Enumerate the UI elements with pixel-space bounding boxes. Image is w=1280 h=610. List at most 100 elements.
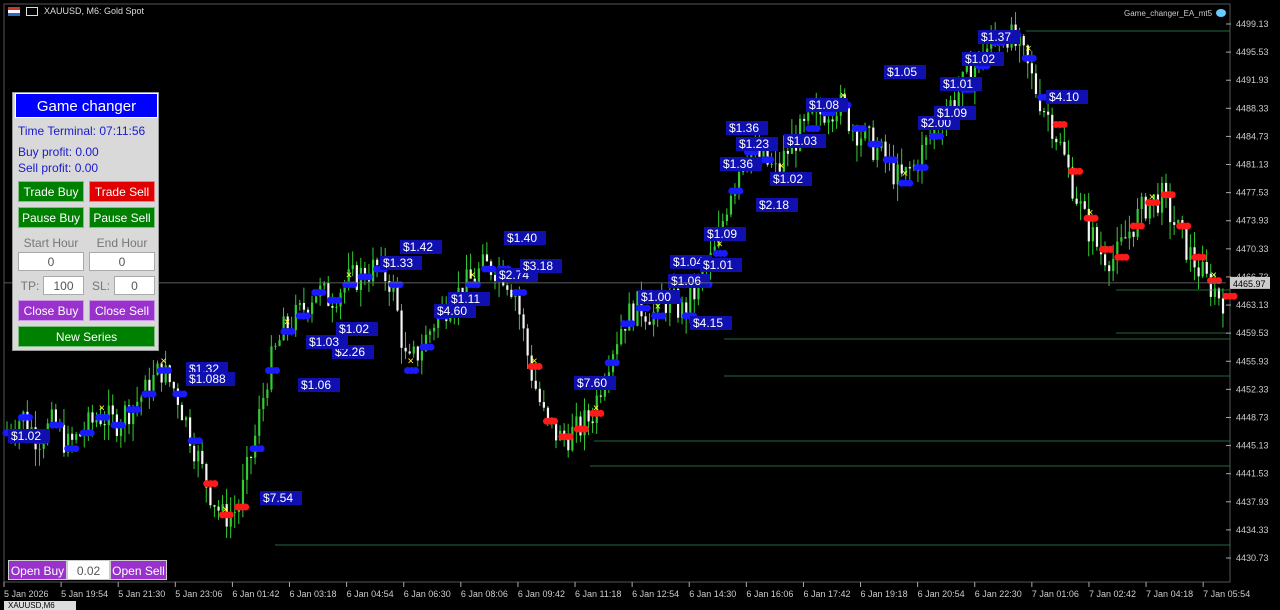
candle-body — [896, 164, 899, 185]
time-label: 6 Jan 17:42 — [803, 589, 850, 599]
candle-body — [217, 506, 220, 511]
trade-label: $4.15 — [693, 316, 723, 330]
time-label: 6 Jan 22:30 — [975, 589, 1022, 599]
trade-label: $3.18 — [523, 259, 553, 273]
candle-body — [624, 328, 627, 331]
candle-body — [1067, 154, 1070, 168]
pause-buy-button[interactable]: Pause Buy — [18, 207, 84, 228]
panel-title: Game changer — [15, 93, 158, 118]
sell-marker — [551, 417, 559, 425]
close-sell-button[interactable]: Close Sell — [89, 300, 155, 321]
time-label: 6 Jan 08:06 — [461, 589, 508, 599]
open-sell-button[interactable]: Open Sell — [110, 560, 167, 580]
candle-body — [1083, 201, 1086, 209]
price-label: 4430.73 — [1236, 553, 1269, 563]
buy-marker — [118, 421, 126, 429]
trade-label: $1.01 — [703, 258, 733, 272]
candle-body — [172, 382, 175, 389]
candle-body — [428, 331, 432, 335]
candle-body — [335, 306, 338, 308]
end-hour-input[interactable]: 0 — [89, 252, 155, 271]
close-cross-marker: × — [902, 168, 908, 180]
buy-marker — [56, 421, 64, 429]
candle-body — [738, 172, 741, 188]
sell-marker — [1106, 245, 1114, 253]
trade-label: $1.02 — [965, 52, 995, 66]
buy-marker — [659, 312, 667, 320]
candle-body — [233, 511, 236, 513]
price-chart[interactable]: ×××××××××××××××××××× $1.02$1.32$1.088$7.… — [0, 0, 1280, 610]
sell-marker — [566, 433, 574, 441]
pause-sell-button[interactable]: Pause Sell — [89, 207, 155, 228]
buy-marker — [134, 406, 142, 414]
chart-tab[interactable]: XAUUSD,M6 — [4, 601, 76, 610]
candle-body — [180, 404, 184, 421]
time-label: 6 Jan 14:30 — [689, 589, 736, 599]
buy-marker — [273, 367, 281, 375]
sell-marker — [242, 503, 250, 511]
close-buy-button[interactable]: Close Buy — [18, 300, 84, 321]
candle-body — [1120, 237, 1123, 242]
sell-marker — [581, 425, 589, 433]
candle-body — [250, 456, 253, 458]
candle-body — [868, 126, 871, 128]
buy-marker — [720, 249, 728, 257]
candle-body — [400, 310, 403, 348]
price-label: 4491.93 — [1236, 75, 1269, 85]
trade-label: $1.36 — [729, 121, 759, 135]
trade-label: $1.04 — [673, 255, 703, 269]
candle-body — [404, 347, 407, 352]
time-label: 5 Jan 21:30 — [118, 589, 165, 599]
trade-label: $1.37 — [981, 30, 1011, 44]
sell-marker — [1122, 253, 1130, 261]
candle-body — [1059, 141, 1062, 143]
time-label: 6 Jan 20:54 — [918, 589, 965, 599]
candle-body — [774, 163, 777, 165]
chart-icon[interactable] — [26, 7, 38, 16]
trade-sell-button[interactable]: Trade Sell — [89, 181, 155, 202]
trade-label: $1.09 — [937, 106, 967, 120]
trade-label: $2.18 — [759, 198, 789, 212]
lot-input[interactable]: 0.02 — [67, 560, 110, 580]
close-cross-marker: × — [593, 402, 599, 414]
sell-marker — [1230, 292, 1238, 300]
buy-marker — [319, 288, 327, 296]
sell-marker — [1184, 222, 1192, 230]
price-label: 4473.93 — [1236, 216, 1269, 226]
trade-buy-button[interactable]: Trade Buy — [18, 181, 84, 202]
candle-body — [876, 148, 879, 160]
trade-label: $4.10 — [1049, 90, 1079, 104]
price-label: 4477.53 — [1236, 188, 1269, 198]
candle-body — [542, 402, 545, 408]
trade-label: $1.088 — [189, 372, 226, 386]
open-buy-button[interactable]: Open Buy — [8, 560, 67, 580]
candle-body — [1055, 138, 1058, 143]
candle-body — [197, 450, 200, 462]
candle-body — [1030, 63, 1033, 74]
trade-label: $1.36 — [723, 157, 753, 171]
trade-label: $7.54 — [263, 491, 293, 505]
buy-marker — [164, 367, 172, 375]
candle-body — [111, 405, 114, 415]
buy-marker — [890, 156, 898, 164]
start-hour-input[interactable]: 0 — [18, 252, 84, 271]
candle-body — [693, 287, 696, 300]
candle-body — [620, 328, 623, 345]
candle-body — [1043, 111, 1046, 113]
buy-marker — [288, 327, 296, 335]
candle-body — [1140, 196, 1143, 209]
tp-input[interactable]: 100 — [43, 276, 84, 295]
candle-body — [266, 389, 269, 398]
close-cross-marker: × — [1087, 207, 1093, 219]
candle-body — [575, 416, 578, 427]
sl-input[interactable]: 0 — [114, 276, 155, 295]
menu-icon[interactable] — [8, 7, 20, 16]
candle-body — [278, 340, 281, 346]
candle-body — [644, 316, 647, 322]
new-series-button[interactable]: New Series — [18, 326, 155, 347]
candle-body — [1173, 222, 1176, 225]
candle-body — [494, 274, 497, 281]
candle-body — [408, 351, 411, 354]
candle-body — [50, 409, 53, 424]
candle-body — [351, 265, 354, 270]
